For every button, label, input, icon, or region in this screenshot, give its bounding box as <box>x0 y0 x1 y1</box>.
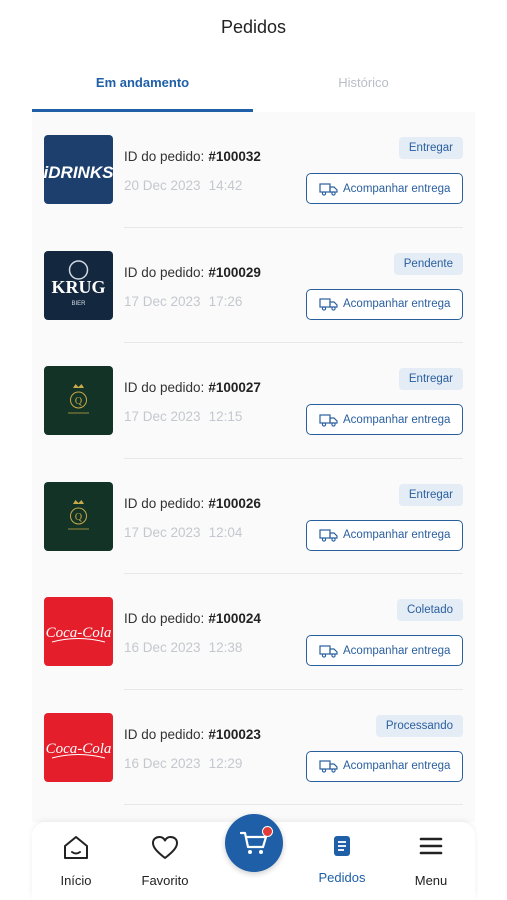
order-date: 16 Dec 2023 12:29 <box>124 755 243 771</box>
tab-em-andamento[interactable]: Em andamento <box>32 62 253 112</box>
order-card[interactable]: iDRINKS ID do pedido: #100032 20 Dec 2023… <box>32 112 475 228</box>
delivery-truck-icon <box>319 529 338 542</box>
order-id-label: ID do pedido: <box>124 726 205 742</box>
svg-text:Q: Q <box>75 396 83 407</box>
order-id: #100023 <box>208 726 261 742</box>
nav-favorito[interactable]: Favorito <box>130 822 200 900</box>
status-badge: Entregar <box>398 137 463 159</box>
order-id: #100027 <box>208 380 261 395</box>
store-logo: Q <box>44 481 113 551</box>
order-date: 20 Dec 2023 14:42 <box>124 178 243 193</box>
order-card[interactable]: Coca-Cola ID do pedido: #100024 16 Dec 20… <box>32 574 475 690</box>
nav-label: Início <box>60 873 92 888</box>
header: Pedidos <box>0 0 507 58</box>
orders-list: iDRINKS ID do pedido: #100032 20 Dec 2023… <box>32 112 475 822</box>
svg-text:KRUG: KRUG <box>52 277 106 297</box>
status-badge: Coletado <box>396 599 463 621</box>
track-delivery-label: Acompanhar entrega <box>343 413 451 426</box>
order-card[interactable]: Q ID do pedido: #100027 17 Dec 2023 12:15 … <box>32 343 475 459</box>
order-id-label: ID do pedido: <box>124 611 205 626</box>
store-logo: Q <box>44 366 113 435</box>
delivery-truck-icon <box>319 182 338 196</box>
order-id-line: ID do pedido: #100026 <box>124 496 261 511</box>
track-delivery-label: Acompanhar entrega <box>343 644 451 657</box>
order-id-line: ID do pedido: #100024 <box>124 611 261 626</box>
divider <box>124 804 463 805</box>
svg-text:BIER: BIER <box>71 301 86 307</box>
track-delivery-button[interactable]: Acompanhar entrega <box>306 404 463 435</box>
cart-button[interactable] <box>225 814 283 872</box>
order-id-line: ID do pedido: #100023 <box>124 727 261 742</box>
store-logo: KRUG BIER <box>44 250 113 320</box>
store-logo: iDRINKS <box>44 135 113 204</box>
status-badge: Processando <box>375 714 463 737</box>
svg-text:iDRINKS: iDRINKS <box>44 163 113 182</box>
svg-text:Q: Q <box>75 512 83 523</box>
nav-label: Menu <box>414 873 448 888</box>
nav-label: Favorito <box>141 873 189 888</box>
order-id: #100029 <box>208 264 261 280</box>
delivery-truck-icon <box>319 760 338 773</box>
order-card[interactable]: Coca-Cola ID do pedido: #100023 16 Dec 20… <box>32 690 475 805</box>
delivery-truck-icon <box>319 298 338 311</box>
home-icon <box>64 836 88 859</box>
nav-menu[interactable]: Menu <box>396 822 466 900</box>
order-id: #100032 <box>208 149 261 164</box>
nav-pedidos[interactable]: Pedidos <box>307 822 377 900</box>
tab-bar: Em andamento Histórico <box>32 62 475 112</box>
status-badge: Pendente <box>393 252 463 275</box>
order-id-label: ID do pedido: <box>124 495 205 511</box>
order-card[interactable]: KRUG BIER ID do pedido: #100029 17 Dec 20… <box>32 228 475 343</box>
delivery-truck-icon <box>319 644 338 658</box>
track-delivery-button[interactable]: Acompanhar entrega <box>306 519 463 551</box>
heart-icon <box>152 836 178 859</box>
order-card[interactable]: Q ID do pedido: #100026 17 Dec 2023 12:04 … <box>32 459 475 574</box>
order-date: 16 Dec 2023 12:38 <box>124 640 243 655</box>
nav-label: Pedidos <box>318 870 366 885</box>
page-title: Pedidos <box>220 17 287 37</box>
order-id-label: ID do pedido: <box>124 380 205 395</box>
status-badge: Entregar <box>398 368 463 390</box>
track-delivery-label: Acompanhar entrega <box>343 182 451 195</box>
order-id-label: ID do pedido: <box>124 264 205 280</box>
track-delivery-label: Acompanhar entrega <box>343 529 451 541</box>
delivery-truck-icon <box>319 413 338 427</box>
order-id-label: ID do pedido: <box>124 149 205 164</box>
order-id: #100024 <box>208 611 261 626</box>
store-logo: Coca-Cola <box>44 712 113 782</box>
track-delivery-label: Acompanhar entrega <box>343 760 451 772</box>
orders-icon <box>334 836 350 856</box>
cart-badge <box>262 826 273 837</box>
track-delivery-label: Acompanhar entrega <box>343 298 451 310</box>
order-id-line: ID do pedido: #100029 <box>124 265 261 280</box>
order-id-line: ID do pedido: #100027 <box>124 380 261 395</box>
order-id-line: ID do pedido: #100032 <box>124 149 261 164</box>
order-date: 17 Dec 2023 17:26 <box>124 293 243 309</box>
order-date: 17 Dec 2023 12:15 <box>124 409 243 424</box>
nav-inicio[interactable]: Início <box>41 822 111 900</box>
order-date: 17 Dec 2023 12:04 <box>124 524 243 540</box>
track-delivery-button[interactable]: Acompanhar entrega <box>306 288 463 320</box>
store-logo: Coca-Cola <box>44 597 113 666</box>
track-delivery-button[interactable]: Acompanhar entrega <box>306 750 463 782</box>
order-id: #100026 <box>208 495 261 511</box>
tab-historico[interactable]: Histórico <box>253 62 474 112</box>
track-delivery-button[interactable]: Acompanhar entrega <box>306 173 463 204</box>
status-badge: Entregar <box>398 483 463 506</box>
menu-icon <box>419 837 443 855</box>
track-delivery-button[interactable]: Acompanhar entrega <box>306 635 463 666</box>
